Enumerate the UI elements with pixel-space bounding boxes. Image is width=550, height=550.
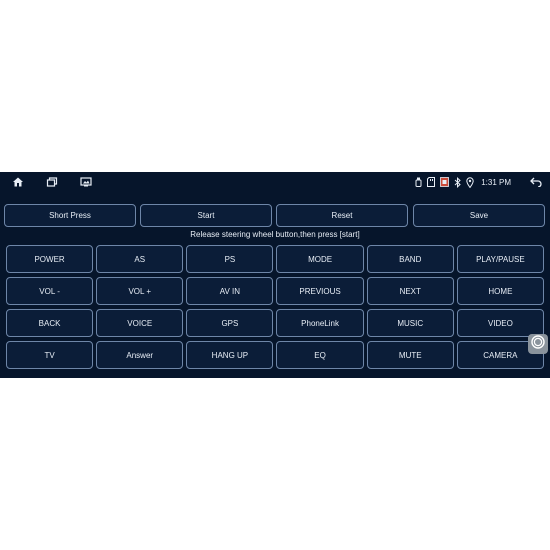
steering-key-grid: POWER AS PS MODE BAND PLAY/PAUSE VOL - V… <box>6 245 544 369</box>
home-icon[interactable] <box>11 175 25 189</box>
bluetooth-icon <box>454 176 461 188</box>
key-next[interactable]: NEXT <box>366 277 454 305</box>
key-ps[interactable]: PS <box>186 245 274 273</box>
status-bar: 1:31 PM <box>0 172 550 192</box>
assistive-touch-icon <box>531 334 545 354</box>
status-icons: 1:31 PM <box>415 174 542 190</box>
key-power[interactable]: POWER <box>6 245 94 273</box>
reset-button[interactable]: Reset <box>276 204 408 227</box>
key-phonelink[interactable]: PhoneLink <box>276 309 364 337</box>
screen: 1:31 PM Short Press Start Reset Save Rel… <box>0 172 550 378</box>
key-play-pause[interactable]: PLAY/PAUSE <box>456 245 544 273</box>
key-voice[interactable]: VOICE <box>96 309 184 337</box>
key-as[interactable]: AS <box>96 245 184 273</box>
screenshot-icon[interactable] <box>79 175 93 189</box>
key-mute[interactable]: MUTE <box>366 341 454 369</box>
key-mode[interactable]: MODE <box>276 245 364 273</box>
key-eq[interactable]: EQ <box>276 341 364 369</box>
key-hang-up[interactable]: HANG UP <box>186 341 274 369</box>
usb-icon <box>415 177 422 187</box>
key-back[interactable]: BACK <box>6 309 94 337</box>
recent-apps-icon[interactable] <box>45 175 59 189</box>
key-previous[interactable]: PREVIOUS <box>276 277 364 305</box>
short-press-button[interactable]: Short Press <box>4 204 136 227</box>
start-button[interactable]: Start <box>140 204 272 227</box>
key-tv[interactable]: TV <box>6 341 94 369</box>
floating-assist-button[interactable] <box>528 334 548 354</box>
key-gps[interactable]: GPS <box>186 309 274 337</box>
key-vol-up[interactable]: VOL + <box>96 277 184 305</box>
location-icon <box>466 176 474 188</box>
sd-card-icon <box>427 177 436 187</box>
key-home[interactable]: HOME <box>456 277 544 305</box>
key-answer[interactable]: Answer <box>96 341 184 369</box>
key-av-in[interactable]: AV IN <box>186 277 274 305</box>
sim-icon <box>440 177 450 187</box>
key-video[interactable]: VIDEO <box>456 309 544 337</box>
key-band[interactable]: BAND <box>366 245 454 273</box>
key-vol-down[interactable]: VOL - <box>6 277 94 305</box>
key-music[interactable]: MUSIC <box>366 309 454 337</box>
save-button[interactable]: Save <box>413 204 545 227</box>
clock-text: 1:31 PM <box>481 177 511 187</box>
back-icon[interactable] <box>530 177 542 187</box>
instruction-text: Release steering wheel button,then press… <box>190 230 360 239</box>
